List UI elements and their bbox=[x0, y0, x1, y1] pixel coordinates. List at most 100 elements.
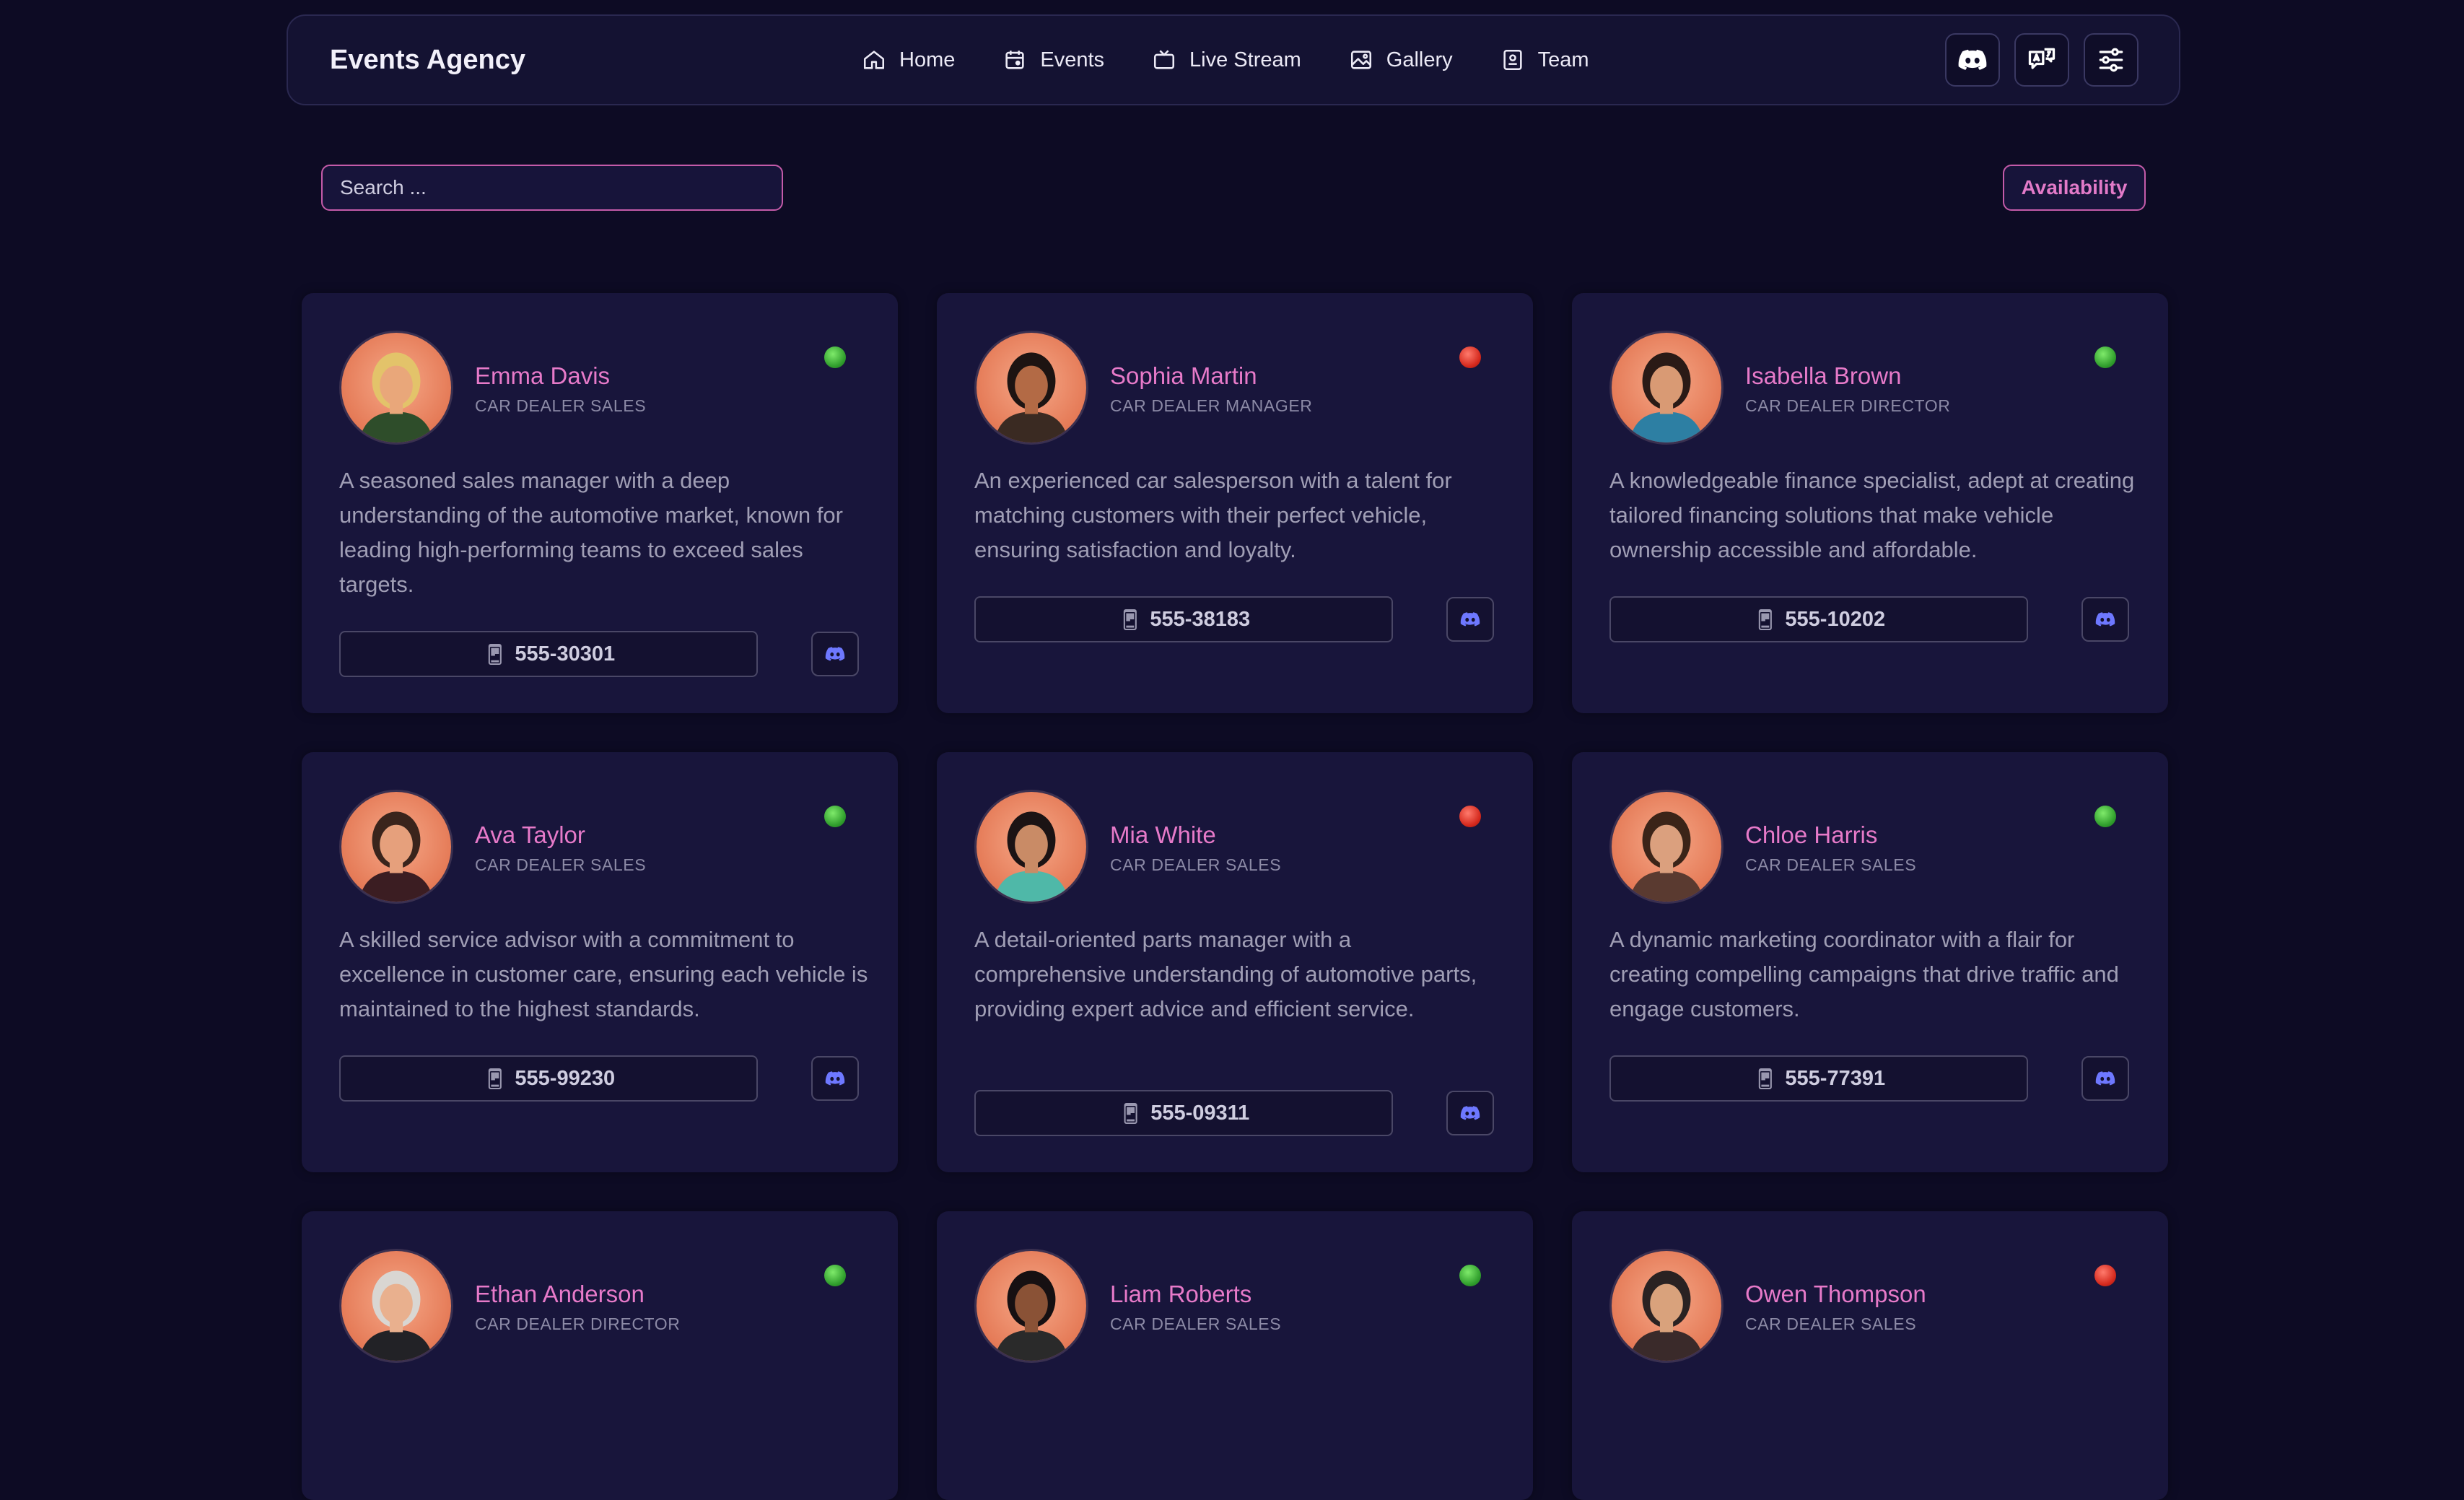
phone-icon: 📱︎ bbox=[481, 1067, 508, 1090]
member-role: CAR DEALER SALES bbox=[1110, 855, 1282, 874]
member-name: Liam Roberts bbox=[1110, 1281, 1252, 1307]
team-card: Emma Davis CAR DEALER SALES A seasoned s… bbox=[302, 293, 898, 713]
team-card: Owen Thompson CAR DEALER SALES bbox=[1572, 1211, 2168, 1500]
member-description: A dynamic marketing coordinator with a f… bbox=[1609, 927, 2119, 1021]
phone-number: 555-09311 bbox=[1150, 1101, 1250, 1125]
member-name: Chloe Harris bbox=[1745, 821, 1878, 848]
discord-icon bbox=[2095, 612, 2115, 627]
discord-icon bbox=[1460, 1106, 1480, 1120]
tv-icon bbox=[1154, 50, 1175, 69]
avatar bbox=[974, 1249, 1088, 1363]
discord-contact-button[interactable] bbox=[811, 632, 859, 676]
member-description: A seasoned sales manager with a deep und… bbox=[339, 468, 843, 597]
team-card: Sophia Martin CAR DEALER MANAGER An expe… bbox=[937, 293, 1533, 713]
team-card: Liam Roberts CAR DEALER SALES bbox=[937, 1211, 1533, 1500]
avatar bbox=[1609, 1249, 1724, 1363]
calendar-icon bbox=[1005, 51, 1024, 69]
nav-gallery[interactable]: Gallery bbox=[1349, 48, 1453, 72]
phone-button[interactable]: 📱︎ 555-38183 bbox=[974, 596, 1393, 642]
phone-icon: 📱︎ bbox=[1752, 608, 1778, 631]
discord-icon bbox=[825, 1071, 845, 1086]
sliders-icon bbox=[2099, 48, 2123, 72]
discord-button[interactable] bbox=[1945, 33, 2000, 87]
member-name: Emma Davis bbox=[475, 362, 611, 389]
member-description: A detail-oriented parts manager with a c… bbox=[974, 927, 1477, 1021]
phone-icon: 📱︎ bbox=[1117, 1102, 1144, 1125]
member-description: A knowledgeable finance specialist, adep… bbox=[1609, 468, 2135, 562]
phone-icon: 📱︎ bbox=[481, 642, 508, 666]
discord-contact-button[interactable] bbox=[2081, 1056, 2129, 1101]
status-indicator bbox=[1459, 1265, 1481, 1286]
top-navbar: Events Agency Home Events Live Stream Ga… bbox=[287, 14, 2180, 105]
id-card-icon bbox=[1503, 49, 1522, 71]
member-role: CAR DEALER SALES bbox=[1110, 1314, 1282, 1333]
member-description: A skilled service advisor with a commitm… bbox=[339, 927, 868, 1021]
member-description: An experienced car salesperson with a ta… bbox=[974, 468, 1452, 562]
member-name: Mia White bbox=[1110, 821, 1216, 848]
nav-team[interactable]: Team bbox=[1500, 48, 1589, 72]
phone-number: 555-38183 bbox=[1150, 607, 1251, 631]
member-role: CAR DEALER SALES bbox=[1745, 1314, 1917, 1333]
member-role: CAR DEALER DIRECTOR bbox=[475, 1314, 681, 1333]
avatar bbox=[974, 331, 1088, 445]
status-indicator bbox=[824, 1265, 846, 1286]
status-indicator bbox=[2094, 1265, 2116, 1286]
nav-live-stream-label: Live Stream bbox=[1189, 48, 1301, 71]
phone-button[interactable]: 📱︎ 555-99230 bbox=[339, 1055, 758, 1102]
nav-home-label: Home bbox=[899, 48, 956, 71]
status-indicator bbox=[1459, 346, 1481, 368]
availability-filter-button[interactable]: Availability bbox=[2003, 165, 2146, 211]
language-button[interactable] bbox=[2014, 33, 2069, 87]
phone-button[interactable]: 📱︎ 555-10202 bbox=[1609, 596, 2028, 642]
phone-number: 555-77391 bbox=[1785, 1066, 1886, 1090]
member-role: CAR DEALER DIRECTOR bbox=[1745, 396, 1951, 415]
team-card: Isabella Brown CAR DEALER DIRECTOR A kno… bbox=[1572, 293, 2168, 713]
member-name: Owen Thompson bbox=[1745, 1281, 1926, 1307]
avatar bbox=[1609, 790, 1724, 904]
status-indicator bbox=[2094, 806, 2116, 827]
phone-icon: 📱︎ bbox=[1752, 1067, 1778, 1090]
discord-contact-button[interactable] bbox=[811, 1056, 859, 1101]
discord-contact-button[interactable] bbox=[1446, 1091, 1494, 1135]
team-card: Chloe Harris CAR DEALER SALES A dynamic … bbox=[1572, 752, 2168, 1172]
nav-gallery-label: Gallery bbox=[1386, 48, 1453, 71]
status-indicator bbox=[824, 346, 846, 368]
nav-team-label: Team bbox=[1537, 48, 1589, 71]
phone-button[interactable]: 📱︎ 555-77391 bbox=[1609, 1055, 2028, 1102]
nav-events[interactable]: Events bbox=[1002, 48, 1104, 72]
avatar bbox=[339, 331, 453, 445]
nav-home[interactable]: Home bbox=[862, 48, 955, 72]
translate-icon bbox=[2028, 48, 2055, 69]
discord-icon bbox=[2095, 1071, 2115, 1086]
nav-live-stream[interactable]: Live Stream bbox=[1152, 48, 1301, 72]
discord-contact-button[interactable] bbox=[1446, 597, 1494, 642]
home-icon bbox=[863, 51, 885, 69]
member-role: CAR DEALER MANAGER bbox=[1110, 396, 1313, 415]
phone-number: 555-10202 bbox=[1785, 607, 1886, 631]
status-indicator bbox=[1459, 806, 1481, 827]
settings-button[interactable] bbox=[2084, 33, 2138, 87]
phone-number: 555-30301 bbox=[515, 642, 616, 666]
discord-icon bbox=[1460, 612, 1480, 627]
member-name: Isabella Brown bbox=[1745, 362, 1902, 389]
discord-contact-button[interactable] bbox=[2081, 597, 2129, 642]
member-role: CAR DEALER SALES bbox=[1745, 855, 1917, 874]
member-role: CAR DEALER SALES bbox=[475, 396, 647, 415]
nav-links: Home Events Live Stream Gallery Team bbox=[862, 16, 1589, 104]
status-indicator bbox=[2094, 346, 2116, 368]
nav-actions bbox=[1945, 33, 2138, 87]
phone-number: 555-99230 bbox=[515, 1066, 616, 1090]
nav-events-label: Events bbox=[1040, 48, 1105, 71]
team-card: Ava Taylor CAR DEALER SALES A skilled se… bbox=[302, 752, 898, 1172]
avatar bbox=[339, 790, 453, 904]
phone-icon: 📱︎ bbox=[1117, 608, 1143, 631]
member-name: Ava Taylor bbox=[475, 821, 585, 848]
phone-button[interactable]: 📱︎ 555-09311 bbox=[974, 1090, 1393, 1136]
team-card: Mia White CAR DEALER SALES A detail-orie… bbox=[937, 752, 1533, 1172]
member-name: Ethan Anderson bbox=[475, 1281, 645, 1307]
image-icon bbox=[1350, 51, 1371, 69]
discord-icon bbox=[825, 647, 845, 661]
discord-icon bbox=[1958, 49, 1987, 70]
phone-button[interactable]: 📱︎ 555-30301 bbox=[339, 631, 758, 677]
search-input[interactable] bbox=[321, 165, 783, 211]
